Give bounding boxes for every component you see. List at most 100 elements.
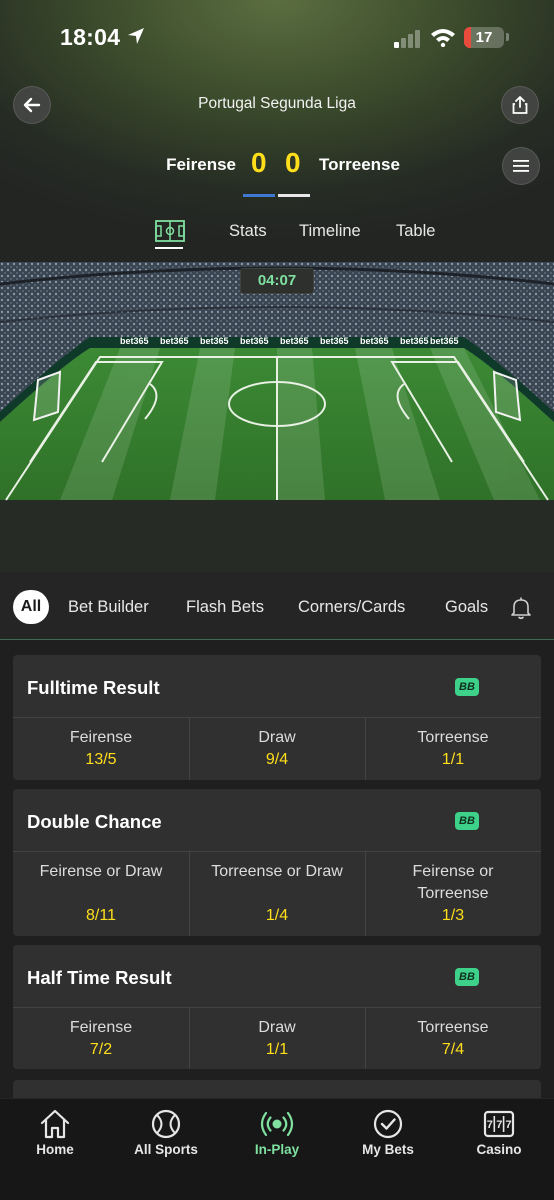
nav-home[interactable]: Home	[0, 1099, 110, 1169]
svg-text:7: 7	[487, 1119, 493, 1131]
selection-home-or-away[interactable]: Feirense or Torreense 1/3	[365, 861, 541, 929]
ad-board-text: bet365	[320, 336, 349, 346]
ad-board-text: bet365	[120, 336, 149, 346]
selection-name: Feirense or Draw	[39, 863, 163, 880]
wifi-icon	[430, 27, 456, 52]
selection-name: Draw	[258, 729, 296, 746]
check-circle-icon	[373, 1109, 403, 1139]
share-icon	[512, 96, 528, 114]
pitch-visualisation: bet365 bet365 bet365 bet365 bet365 bet36…	[0, 262, 554, 572]
filter-corners-cards[interactable]: Corners/Cards	[298, 598, 405, 617]
filter-all[interactable]: All	[13, 590, 49, 624]
market-card-half-time-result: Half Time Result BB Feirense 7/2 Draw 1/…	[13, 945, 541, 1069]
away-score: 0	[285, 147, 301, 178]
tab-timeline[interactable]: Timeline	[299, 222, 361, 241]
battery-indicator: 17	[464, 27, 504, 48]
bottom-navigation: Home All Sports In-Play My Bets 7 7 7 Ca…	[0, 1098, 554, 1200]
selection-name: Torreense or Draw	[211, 863, 343, 880]
market-header[interactable]: Fulltime Result BB	[13, 655, 541, 718]
selection-odds: 1/1	[441, 751, 465, 768]
selection-name: Draw	[258, 1019, 296, 1036]
ad-board-text: bet365	[360, 336, 389, 346]
selection-draw[interactable]: Draw 9/4	[189, 727, 365, 769]
active-tab-underline	[155, 247, 183, 249]
filter-flash-bets[interactable]: Flash Bets	[186, 598, 264, 617]
match-header: 18:04 17 Portugal Segunda Liga Feirense …	[0, 0, 554, 262]
nav-label: All Sports	[134, 1142, 198, 1157]
tab-pitch-view[interactable]	[155, 220, 185, 248]
battery-tip	[506, 33, 509, 41]
nav-in-play[interactable]: In-Play	[222, 1099, 332, 1169]
bet-builder-badge: BB	[455, 812, 479, 830]
nav-label: My Bets	[362, 1142, 414, 1157]
app-root: 18:04 17 Portugal Segunda Liga Feirense …	[0, 0, 554, 1200]
broadcast-icon	[260, 1111, 294, 1137]
filter-bet-builder[interactable]: Bet Builder	[68, 598, 149, 617]
selection-away-or-draw[interactable]: Torreense or Draw 1/4	[189, 861, 365, 929]
selection-odds: 7/4	[441, 1041, 465, 1058]
status-time: 18:04	[60, 24, 121, 50]
ad-board-text: bet365	[240, 336, 269, 346]
market-title: Double Chance	[27, 811, 162, 832]
nav-label: In-Play	[254, 1142, 300, 1157]
away-team-name: Torreense	[319, 155, 400, 174]
selection-name: Torreense	[417, 1019, 489, 1036]
selection-odds: 1/1	[265, 1041, 289, 1058]
home-team-color-bar	[243, 194, 275, 197]
selection-home-or-draw[interactable]: Feirense or Draw 8/11	[13, 861, 189, 929]
selection-odds: 7/2	[89, 1041, 113, 1058]
ad-board-text: bet365	[430, 336, 459, 346]
ball-icon	[151, 1109, 181, 1139]
hamburger-icon	[513, 160, 529, 172]
selection-draw[interactable]: Draw 1/1	[189, 1017, 365, 1059]
home-team-name: Feirense	[166, 155, 236, 174]
slot-machine-icon: 7 7 7	[483, 1110, 515, 1138]
nav-label: Casino	[476, 1142, 522, 1157]
match-menu-button[interactable]	[502, 147, 540, 185]
selection-name: Feirense	[69, 729, 133, 746]
market-header[interactable]: Double Chance BB	[13, 789, 541, 852]
selection-odds: 13/5	[85, 751, 117, 768]
share-button[interactable]	[501, 86, 539, 124]
svg-text:7: 7	[506, 1119, 512, 1131]
bet-builder-badge: BB	[455, 968, 479, 986]
home-score: 0	[251, 147, 267, 178]
market-header[interactable]: Half Time Result BB	[13, 945, 541, 1008]
nav-casino[interactable]: 7 7 7 Casino	[444, 1099, 554, 1169]
ad-board-text: bet365	[160, 336, 189, 346]
market-title: Fulltime Result	[27, 677, 160, 698]
nav-all-sports[interactable]: All Sports	[111, 1099, 221, 1169]
selection-away[interactable]: Torreense 1/1	[365, 727, 541, 769]
nav-label: Home	[36, 1142, 74, 1157]
league-title: Portugal Segunda Liga	[198, 95, 356, 112]
selection-odds: 8/11	[86, 907, 116, 924]
stadium-graphic: bet365 bet365 bet365 bet365 bet365 bet36…	[0, 262, 554, 572]
selection-name: Feirense or Torreense	[412, 863, 494, 902]
bet-builder-badge: BB	[455, 678, 479, 696]
selection-odds: 9/4	[265, 751, 289, 768]
selection-home[interactable]: Feirense 13/5	[13, 727, 189, 769]
tab-table[interactable]: Table	[396, 222, 435, 241]
selection-name: Feirense	[69, 1019, 133, 1036]
bell-icon[interactable]	[510, 596, 532, 625]
selection-name: Torreense	[417, 729, 489, 746]
tab-stats[interactable]: Stats	[229, 222, 267, 241]
selection-away[interactable]: Torreense 7/4	[365, 1017, 541, 1059]
market-card-double-chance: Double Chance BB Feirense or Draw 8/11 T…	[13, 789, 541, 936]
status-bar: 18:04 17	[0, 0, 554, 76]
selection-odds: 1/4	[265, 907, 289, 924]
svg-text:7: 7	[496, 1119, 502, 1131]
ad-board-text: bet365	[200, 336, 229, 346]
home-icon	[40, 1109, 70, 1139]
ad-board-text: bet365	[280, 336, 309, 346]
selection-home[interactable]: Feirense 7/2	[13, 1017, 189, 1059]
nav-my-bets[interactable]: My Bets	[333, 1099, 443, 1169]
cellular-signal-icon	[394, 30, 422, 53]
location-arrow-icon	[126, 26, 146, 51]
ad-board-text: bet365	[400, 336, 429, 346]
filter-goals[interactable]: Goals	[445, 598, 488, 617]
battery-level: 17	[475, 29, 493, 46]
match-clock: 04:07	[240, 268, 314, 294]
pitch-icon	[155, 220, 185, 242]
market-title: Half Time Result	[27, 967, 172, 988]
